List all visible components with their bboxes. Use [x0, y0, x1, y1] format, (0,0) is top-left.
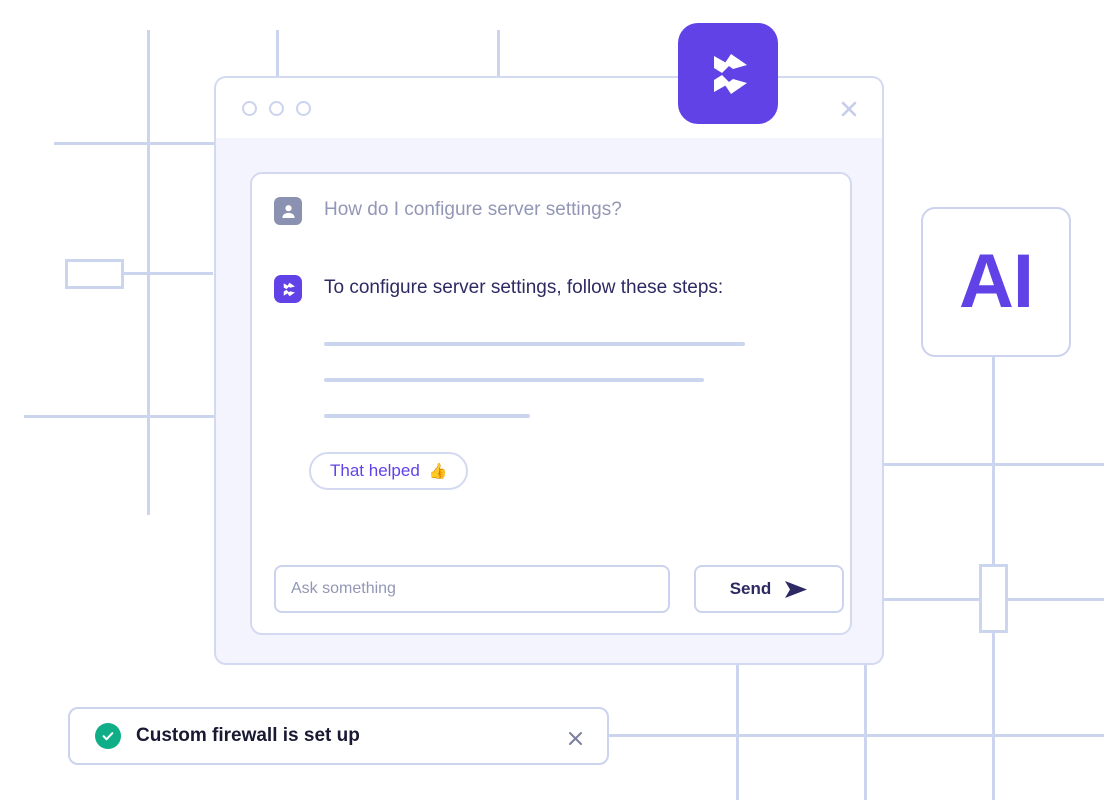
feedback-chip-label: That helped	[330, 461, 420, 480]
message-user: How do I configure server settings?	[274, 196, 622, 225]
window-close-button[interactable]	[836, 96, 862, 122]
message-assistant: To configure server settings, follow the…	[274, 274, 723, 303]
message-user-text: How do I configure server settings?	[324, 199, 622, 220]
toast-notification: Custom firewall is set up	[68, 707, 609, 765]
app-logo-tile	[678, 23, 778, 124]
chat-window-body: How do I configure server settings? To c…	[214, 138, 884, 665]
user-avatar-icon	[274, 197, 302, 225]
window-controls	[242, 100, 311, 116]
pinwheel-arrow-logo-icon	[714, 53, 747, 94]
conversation-card: How do I configure server settings? To c…	[250, 172, 852, 635]
thumbs-up-emoji: 👍	[428, 462, 448, 480]
assistant-avatar-icon	[274, 275, 302, 303]
chat-window-titlebar	[214, 76, 884, 138]
toast-close-button[interactable]	[563, 726, 587, 750]
answer-skeleton	[324, 342, 745, 450]
send-button-label: Send	[729, 579, 772, 598]
skeleton-line	[324, 342, 745, 346]
window-dot-1[interactable]	[242, 100, 257, 116]
send-button[interactable]: Send	[694, 565, 844, 613]
success-check-icon	[95, 723, 121, 749]
close-icon	[841, 101, 857, 117]
window-dot-2[interactable]	[269, 100, 284, 116]
close-icon	[568, 731, 582, 745]
skeleton-line	[324, 378, 704, 382]
feedback-that-helped-button[interactable]: That helped 👍	[309, 452, 469, 490]
window-dot-3[interactable]	[296, 100, 311, 116]
toast-message: Custom firewall is set up	[136, 725, 360, 746]
chat-window: How do I configure server settings? To c…	[214, 76, 884, 665]
ai-badge-label: AI	[959, 239, 1034, 324]
ai-badge: AI	[921, 207, 1071, 357]
skeleton-line	[324, 414, 530, 418]
send-arrow-icon	[785, 580, 808, 598]
message-assistant-text: To configure server settings, follow the…	[324, 277, 724, 298]
ask-something-input[interactable]	[274, 565, 670, 613]
